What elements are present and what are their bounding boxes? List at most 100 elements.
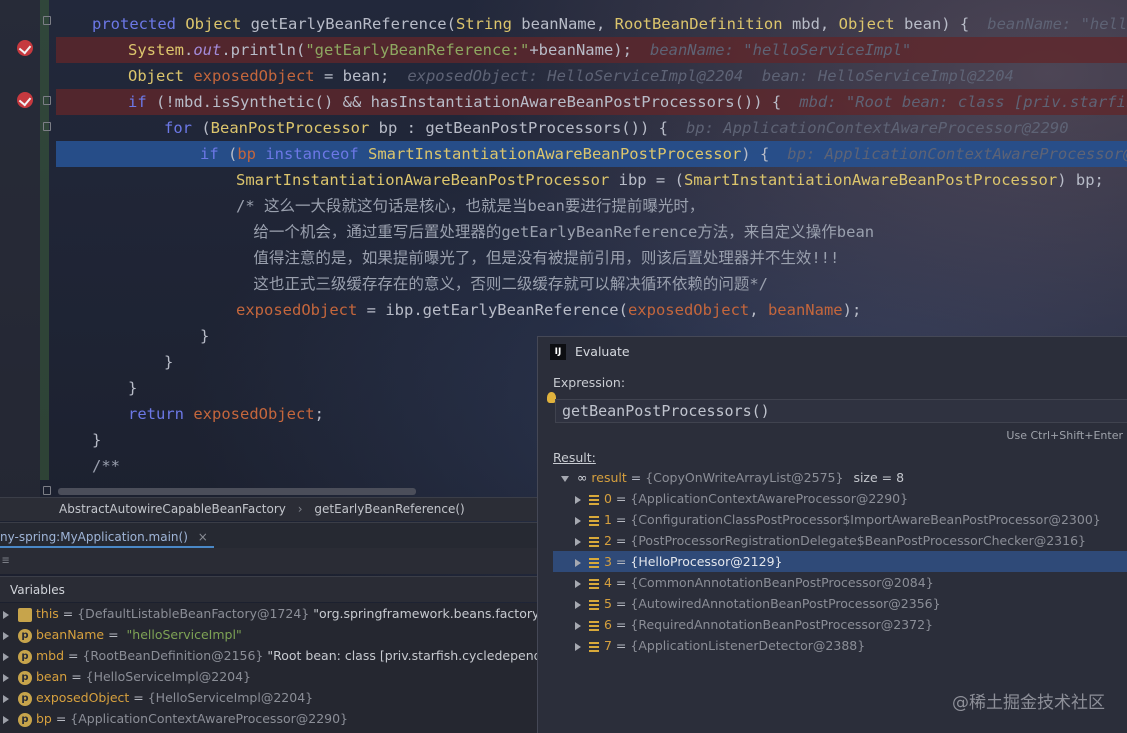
- code-line[interactable]: /* 这么一大段就这句话是核心，也就是当bean要进行提前曝光时，: [56, 193, 1127, 219]
- item-index: 1: [604, 512, 612, 527]
- code-token: SmartInstantiationAwareBeanPostProcessor: [683, 171, 1058, 189]
- expand-arrow-icon[interactable]: [575, 537, 581, 546]
- equals-sign: =: [611, 491, 631, 506]
- result-item-row[interactable]: 5 = {AutowiredAnnotationBeanPostProcesso…: [553, 593, 1127, 614]
- expand-arrow-icon[interactable]: [561, 475, 569, 482]
- code-token: bp: [237, 145, 266, 163]
- code-token: 值得注意的是，如果提前曝光了，但是没有被提前引用，则该后置处理器并不生效!!!: [244, 249, 840, 267]
- infinity-icon: ∞: [577, 470, 588, 485]
- fold-icon[interactable]: [43, 96, 51, 105]
- equals-sign: =: [67, 669, 86, 684]
- code-token: protected: [92, 15, 186, 33]
- code-line[interactable]: if (!mbd.isSynthetic() && hasInstantiati…: [56, 89, 1127, 115]
- variable-name: this: [36, 606, 59, 621]
- variable-row[interactable]: p bean = {HelloServiceImpl@2204}: [0, 666, 540, 687]
- expand-arrow-icon[interactable]: [3, 673, 9, 682]
- variable-row[interactable]: p mbd = {RootBeanDefinition@2156} "Root be…: [0, 645, 540, 666]
- result-item-row[interactable]: 4 = {CommonAnnotationBeanPostProcessor@2…: [553, 572, 1127, 593]
- expand-arrow-icon[interactable]: [575, 579, 581, 588]
- debug-session-tab[interactable]: ny-spring:MyApplication.main() ×: [0, 522, 540, 548]
- expression-label: Expression:: [553, 375, 626, 390]
- expand-arrow-icon[interactable]: [575, 600, 581, 609]
- code-token: return: [128, 405, 194, 423]
- breakpoint-icon[interactable]: [17, 40, 33, 56]
- editor-gutter[interactable]: [0, 0, 40, 497]
- expression-input[interactable]: getBeanPostProcessors(): [555, 399, 1127, 423]
- code-token: .: [184, 41, 194, 59]
- expand-arrow-icon[interactable]: [575, 495, 581, 504]
- fold-icon[interactable]: [43, 486, 51, 495]
- expand-arrow-icon[interactable]: [575, 621, 581, 630]
- expand-arrow-icon[interactable]: [575, 642, 581, 651]
- expand-arrow-icon[interactable]: [3, 715, 9, 724]
- close-icon[interactable]: ×: [198, 530, 208, 544]
- result-item-row[interactable]: 2 = {PostProcessorRegistrationDelegate$B…: [553, 530, 1127, 551]
- expand-arrow-icon[interactable]: [3, 652, 9, 661]
- item-index: 5: [604, 596, 612, 611]
- variable-row[interactable]: p exposedObject = {HelloServiceImpl@2204}: [0, 687, 540, 708]
- breakpoint-icon[interactable]: [17, 92, 33, 108]
- list-icon: [589, 494, 599, 505]
- result-item-row[interactable]: 1 = {ConfigurationClassPostProcessor$Imp…: [553, 509, 1127, 530]
- variable-row[interactable]: p bp = {ApplicationContextAwareProcessor@…: [0, 708, 540, 729]
- code-line[interactable]: 给一个机会，通过重写后置处理器的getEarlyBeanReference方法，…: [56, 219, 1127, 245]
- variable-row[interactable]: p beanName = "helloServiceImpl": [0, 624, 540, 645]
- result-item-row[interactable]: 6 = {RequiredAnnotationBeanPostProcessor…: [553, 614, 1127, 635]
- result-tree[interactable]: ∞ result = {CopyOnWriteArrayList@2575} siz…: [553, 467, 1127, 656]
- code-token: }: [164, 353, 174, 371]
- result-size: size = 8: [853, 470, 905, 485]
- result-root-row[interactable]: ∞ result = {CopyOnWriteArrayList@2575} siz…: [553, 467, 1127, 488]
- code-token: RootBeanDefinition: [614, 15, 792, 33]
- expand-arrow-icon[interactable]: [3, 610, 9, 619]
- variable-value: {HelloServiceImpl@2204}: [85, 669, 252, 684]
- variable-row[interactable]: this = {DefaultListableBeanFactory@1724}…: [0, 603, 540, 624]
- expand-arrow-icon[interactable]: [3, 694, 9, 703]
- variable-extra: "helloServiceImpl": [126, 627, 242, 642]
- evaluate-titlebar[interactable]: IJ Evaluate: [538, 337, 1127, 367]
- code-line[interactable]: for (BeanPostProcessor bp : getBeanPostP…: [56, 115, 1127, 141]
- variable-value: {RootBeanDefinition@2156}: [82, 648, 264, 663]
- inline-debug-hint: exposedObject: HelloServiceImpl@2204 bea…: [407, 67, 1014, 85]
- variable-value: {HelloServiceImpl@2204}: [147, 690, 314, 705]
- code-token: = ibp.getEarlyBeanReference(: [366, 301, 628, 319]
- breadcrumb-class[interactable]: AbstractAutowireCapableBeanFactory: [59, 502, 286, 516]
- intellij-logo-icon: IJ: [550, 344, 566, 360]
- code-token: instanceof: [265, 145, 368, 163]
- fold-icon[interactable]: [43, 122, 51, 131]
- result-item-row[interactable]: 7 = {ApplicationListenerDetector@2388}: [553, 635, 1127, 656]
- fold-icon[interactable]: [43, 16, 51, 25]
- result-item-row[interactable]: 3 = {HelloProcessor@2129}: [553, 551, 1127, 572]
- code-line[interactable]: exposedObject = ibp.getEarlyBeanReferenc…: [56, 297, 1127, 323]
- code-token: ,: [749, 301, 768, 319]
- inline-debug-hint: mbd: "Root bean: class [priv.starfish.c: [799, 93, 1127, 111]
- item-index: 2: [604, 533, 612, 548]
- inline-debug-hint: beanName: "helloServiceImpl": [649, 41, 912, 59]
- debug-tab-label: ny-spring:MyApplication.main(): [0, 530, 188, 544]
- code-line[interactable]: 这也正式三级缓存存在的意义，否则二级缓存就可以解决循环依赖的问题*/: [56, 271, 1127, 297]
- expand-arrow-icon[interactable]: [3, 631, 9, 640]
- code-token: bean) {: [903, 15, 970, 33]
- list-icon: [589, 641, 599, 652]
- expand-arrow-icon[interactable]: [575, 558, 581, 567]
- variables-panel[interactable]: this = {DefaultListableBeanFactory@1724}…: [0, 603, 540, 733]
- field-icon: p: [18, 628, 32, 643]
- list-icon: [589, 557, 599, 568]
- code-line[interactable]: if (bp instanceof SmartInstantiationAwar…: [56, 141, 1127, 167]
- item-value: {ConfigurationClassPostProcessor$ImportA…: [630, 512, 1101, 527]
- variable-name: beanName: [36, 627, 105, 642]
- list-icon: [589, 620, 599, 631]
- code-token: exposedObject: [193, 405, 315, 423]
- breadcrumb-method[interactable]: getEarlyBeanReference(): [314, 502, 464, 516]
- horizontal-scrollbar[interactable]: [58, 488, 416, 495]
- code-line[interactable]: 值得注意的是，如果提前曝光了，但是没有被提前引用，则该后置处理器并不生效!!!: [56, 245, 1127, 271]
- code-line[interactable]: protected Object getEarlyBeanReference(S…: [56, 11, 1127, 37]
- settings-icon[interactable]: ≡: [2, 553, 9, 567]
- result-item-row[interactable]: 0 = {ApplicationContextAwareProcessor@22…: [553, 488, 1127, 509]
- equals-sign: =: [129, 690, 148, 705]
- code-line[interactable]: System.out.println("getEarlyBeanReferenc…: [56, 37, 1127, 63]
- code-line[interactable]: Object exposedObject = bean; exposedObjec…: [56, 63, 1127, 89]
- code-token: }: [128, 379, 138, 397]
- code-token: mbd,: [791, 15, 839, 33]
- expand-arrow-icon[interactable]: [575, 516, 581, 525]
- code-line[interactable]: SmartInstantiationAwareBeanPostProcessor…: [56, 167, 1127, 193]
